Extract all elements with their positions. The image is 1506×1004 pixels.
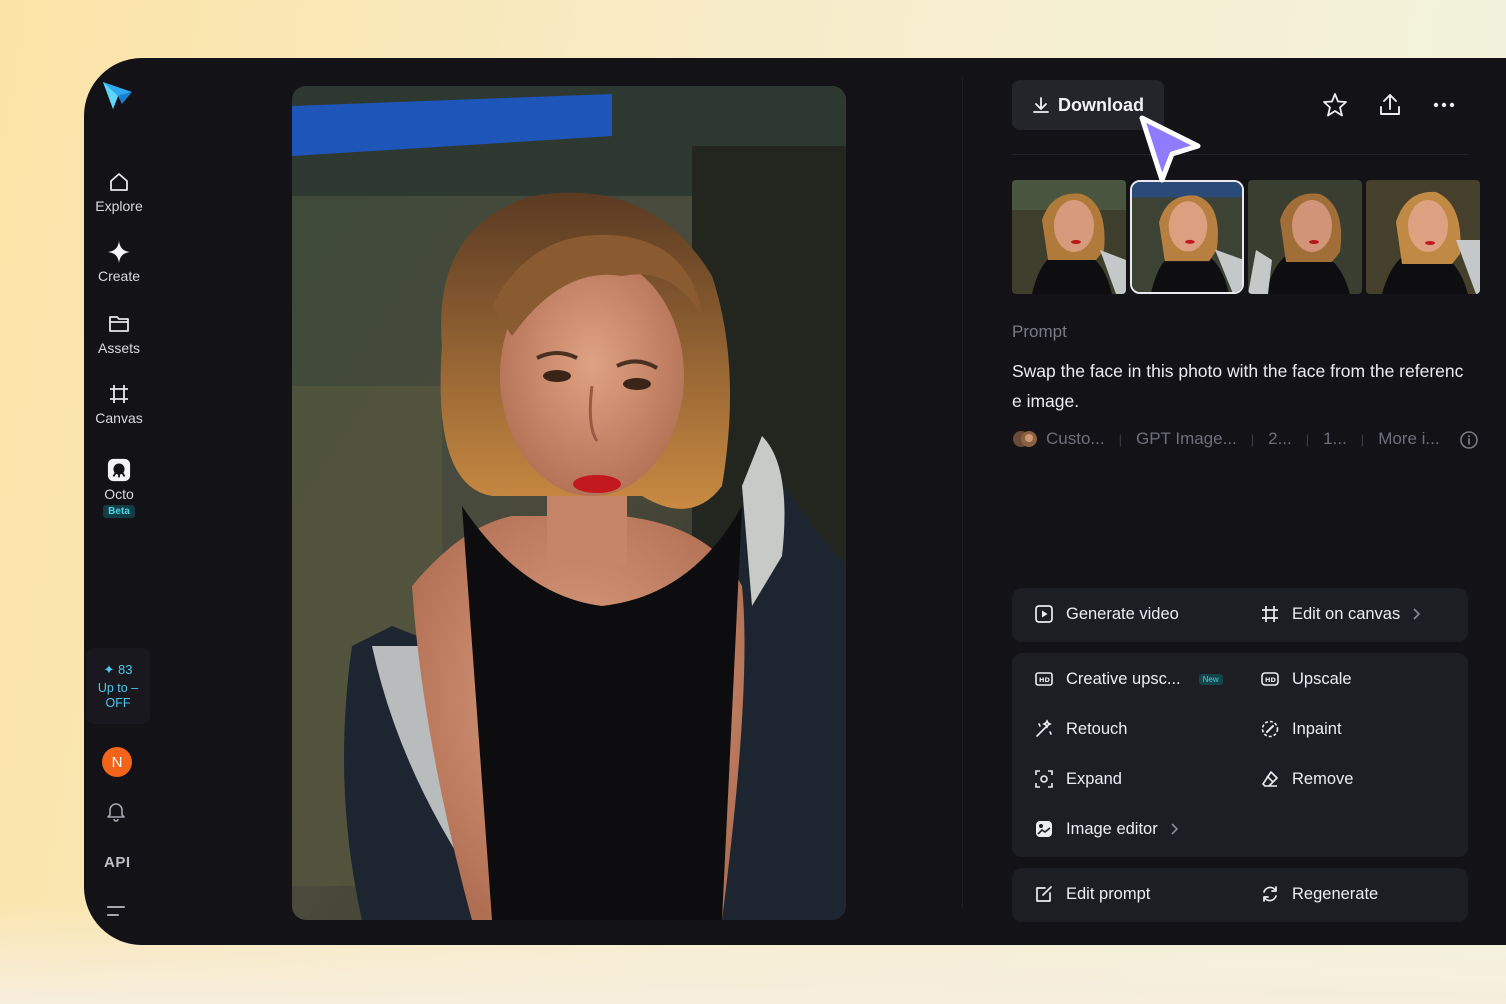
inpaint-button[interactable]: Inpaint	[1260, 719, 1342, 739]
meta-separator: |	[1118, 431, 1122, 447]
hd-icon: HD	[1261, 672, 1279, 686]
chevron-right-icon	[1171, 823, 1178, 835]
edit-tools-card: HD Creative upsc... New HD Upscale Retou…	[1012, 653, 1468, 857]
generate-video-button[interactable]: Generate video	[1034, 604, 1179, 624]
promo-line: Up to –	[97, 680, 139, 695]
remove-button[interactable]: Remove	[1260, 769, 1353, 789]
sidebar-item-create[interactable]: Create	[84, 240, 154, 284]
upscale-button[interactable]: HD Upscale	[1260, 669, 1352, 689]
share-icon[interactable]	[1377, 92, 1403, 118]
creative-upscale-button[interactable]: HD Creative upsc... New	[1034, 669, 1223, 689]
pointer-cursor-icon	[1139, 115, 1201, 183]
credits-count: ✦ 83	[103, 661, 133, 677]
sidebar-item-canvas[interactable]: Canvas	[84, 382, 154, 426]
token-icon: ✦	[103, 661, 115, 677]
inpaint-brush-icon	[1261, 720, 1279, 738]
hd-plus-icon: HD	[1035, 672, 1053, 686]
app-window: Explore Create Assets Canvas Octo Beta ✦…	[84, 58, 1506, 945]
sidebar-item-explore[interactable]: Explore	[84, 170, 154, 214]
video-canvas-card: Generate video Edit on canvas	[1012, 588, 1468, 642]
new-badge: New	[1198, 673, 1223, 685]
image-editor-button[interactable]: Image editor	[1034, 819, 1180, 839]
meta-separator: |	[1305, 431, 1310, 447]
sidebar: Explore Create Assets Canvas Octo Beta ✦…	[84, 58, 154, 945]
star-icon[interactable]	[1322, 92, 1348, 118]
edit-on-canvas-button[interactable]: Edit on canvas	[1260, 604, 1422, 624]
home-icon	[107, 170, 131, 194]
svg-text:HD: HD	[1039, 676, 1050, 684]
meta-more-info[interactable]: More i...	[1378, 429, 1439, 449]
octo-icon	[107, 458, 131, 482]
beta-badge: Beta	[103, 505, 135, 518]
variation-thumbnail[interactable]	[1366, 180, 1480, 294]
expand-icon	[1035, 770, 1053, 788]
variation-thumbnail[interactable]	[1012, 180, 1126, 294]
retouch-button[interactable]: Retouch	[1034, 719, 1127, 739]
meta-model[interactable]: GPT Image...	[1136, 429, 1237, 449]
prompt-actions-card: Edit prompt Regenerate	[1012, 868, 1468, 922]
meta-count[interactable]: 1...	[1323, 429, 1347, 449]
edit-prompt-icon	[1036, 886, 1052, 902]
play-video-icon	[1035, 605, 1053, 623]
folder-icon	[107, 312, 131, 336]
expand-button[interactable]: Expand	[1034, 769, 1122, 789]
sidebar-item-octo[interactable]: Octo Beta	[84, 458, 154, 518]
sidebar-item-label: Explore	[95, 198, 143, 214]
avatar[interactable]: N	[102, 747, 132, 777]
meta-separator: |	[1360, 431, 1365, 447]
download-label: Download	[1058, 94, 1144, 115]
generated-image[interactable]	[292, 86, 846, 920]
sidebar-item-label: Assets	[97, 340, 140, 356]
meta-separator: |	[1250, 431, 1255, 447]
reference-avatars-icon	[1013, 431, 1037, 447]
crop-icon	[107, 382, 131, 406]
sidebar-item-label: Canvas	[95, 410, 143, 426]
edit-prompt-button[interactable]: Edit prompt	[1034, 884, 1150, 904]
panel-divider	[1012, 154, 1468, 155]
variation-thumbnail[interactable]	[1248, 180, 1362, 294]
magic-wand-icon	[1036, 719, 1052, 737]
chevron-right-icon	[1413, 608, 1421, 620]
generation-meta: Custo... | GPT Image... | 2... | 1... | …	[1012, 428, 1482, 450]
eraser-icon	[1262, 771, 1278, 787]
crop-icon	[1262, 606, 1278, 622]
refresh-icon	[1263, 886, 1277, 902]
menu-icon[interactable]	[106, 904, 126, 918]
sparkle-icon	[107, 240, 131, 264]
prompt-text: Swap the face in this photo with the fac…	[1012, 361, 1464, 411]
more-options-icon[interactable]	[1431, 92, 1457, 118]
bell-icon[interactable]	[105, 800, 127, 822]
download-icon	[1033, 97, 1049, 113]
credits-promo[interactable]: ✦ 83 Up to – OFF	[86, 648, 150, 724]
prompt-label: Prompt	[1012, 322, 1067, 341]
sidebar-item-label: Create	[97, 268, 141, 284]
image-edit-icon	[1036, 821, 1052, 837]
svg-text:HD: HD	[1265, 676, 1276, 684]
regenerate-button[interactable]: Regenerate	[1260, 884, 1378, 904]
variation-thumbnail-selected[interactable]	[1130, 180, 1244, 294]
panel-divider	[962, 78, 963, 908]
meta-ratio[interactable]: 2...	[1268, 429, 1292, 449]
app-logo[interactable]	[100, 78, 134, 112]
api-link[interactable]: API	[104, 854, 131, 871]
meta-model-style[interactable]: Custo...	[1046, 429, 1105, 449]
sidebar-item-assets[interactable]: Assets	[84, 312, 154, 356]
sidebar-item-label: Octo	[104, 486, 134, 502]
info-icon[interactable]	[1459, 430, 1479, 450]
promo-line: OFF	[105, 695, 131, 710]
